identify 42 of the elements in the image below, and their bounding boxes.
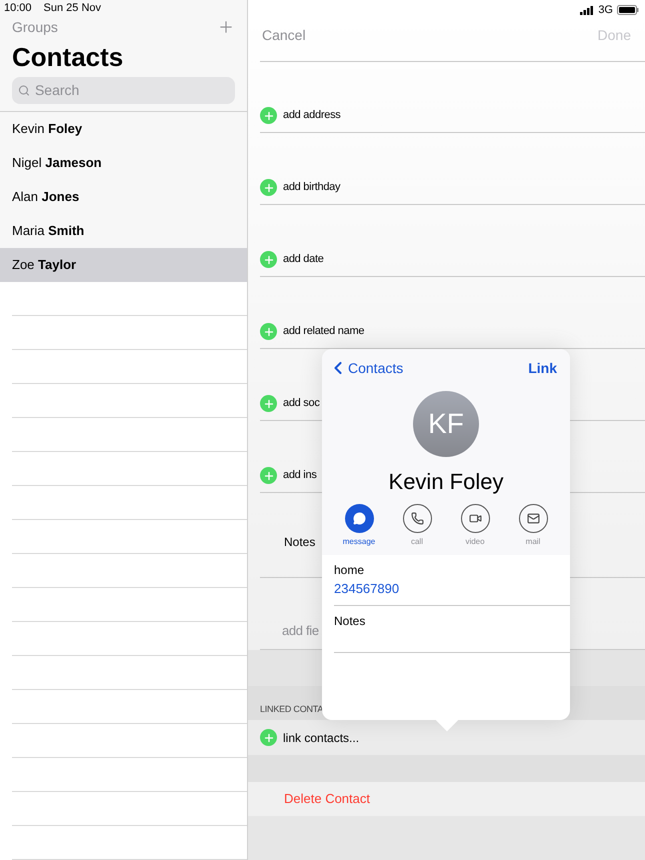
add-field-label[interactable]: add address: [283, 107, 341, 124]
phone-label: home: [334, 562, 366, 579]
add-field-label[interactable]: add soc: [283, 395, 320, 412]
avatar: KF: [413, 391, 479, 457]
mail-icon: [526, 512, 540, 525]
add-icon[interactable]: [260, 179, 277, 196]
add-icon[interactable]: [260, 107, 277, 124]
search-field[interactable]: Search: [12, 77, 235, 104]
battery-icon: [617, 5, 639, 15]
contact-row[interactable]: Kevin Foley: [0, 112, 247, 146]
status-time: 10:00: [4, 1, 32, 16]
notes-label: Notes: [334, 612, 366, 630]
contact-name: Kevin Foley: [388, 468, 504, 496]
add-icon[interactable]: [260, 729, 277, 746]
back-button[interactable]: Contacts: [328, 358, 404, 378]
add-icon[interactable]: [260, 467, 277, 484]
link-contacts-label[interactable]: link contacts...: [283, 728, 360, 746]
signal-icon: [580, 6, 594, 14]
contact-row[interactable]: Zoe Taylor: [0, 248, 247, 282]
status-date: Sun 25 Nov: [44, 1, 102, 16]
phone-number[interactable]: 234567890: [334, 579, 570, 598]
search-icon: [18, 84, 30, 98]
call-icon: [410, 512, 424, 525]
section-header: LINKED CONTA: [260, 702, 324, 716]
add-field-label[interactable]: add birthday: [283, 179, 340, 196]
contact-row[interactable]: Maria Smith: [0, 214, 247, 248]
network-label: 3G: [598, 2, 613, 18]
video-icon: [468, 512, 482, 525]
add-field-label[interactable]: add date: [283, 251, 324, 268]
contact-action-button[interactable]: message: [335, 504, 383, 548]
add-icon[interactable]: [260, 395, 277, 412]
message-icon: [352, 512, 366, 525]
notes-label: Notes: [283, 534, 316, 551]
contact-row[interactable]: Alan Jones: [0, 180, 247, 214]
add-field-label[interactable]: add ins: [283, 467, 317, 484]
add-icon[interactable]: [260, 323, 277, 340]
search-input[interactable]: Search: [34, 80, 229, 102]
link-button[interactable]: Link: [528, 358, 557, 378]
add-field-label[interactable]: add related name: [283, 323, 364, 340]
add-icon[interactable]: [260, 251, 277, 268]
contact-row[interactable]: Nigel Jameson: [0, 146, 247, 180]
page-title: Contacts: [11, 41, 124, 74]
